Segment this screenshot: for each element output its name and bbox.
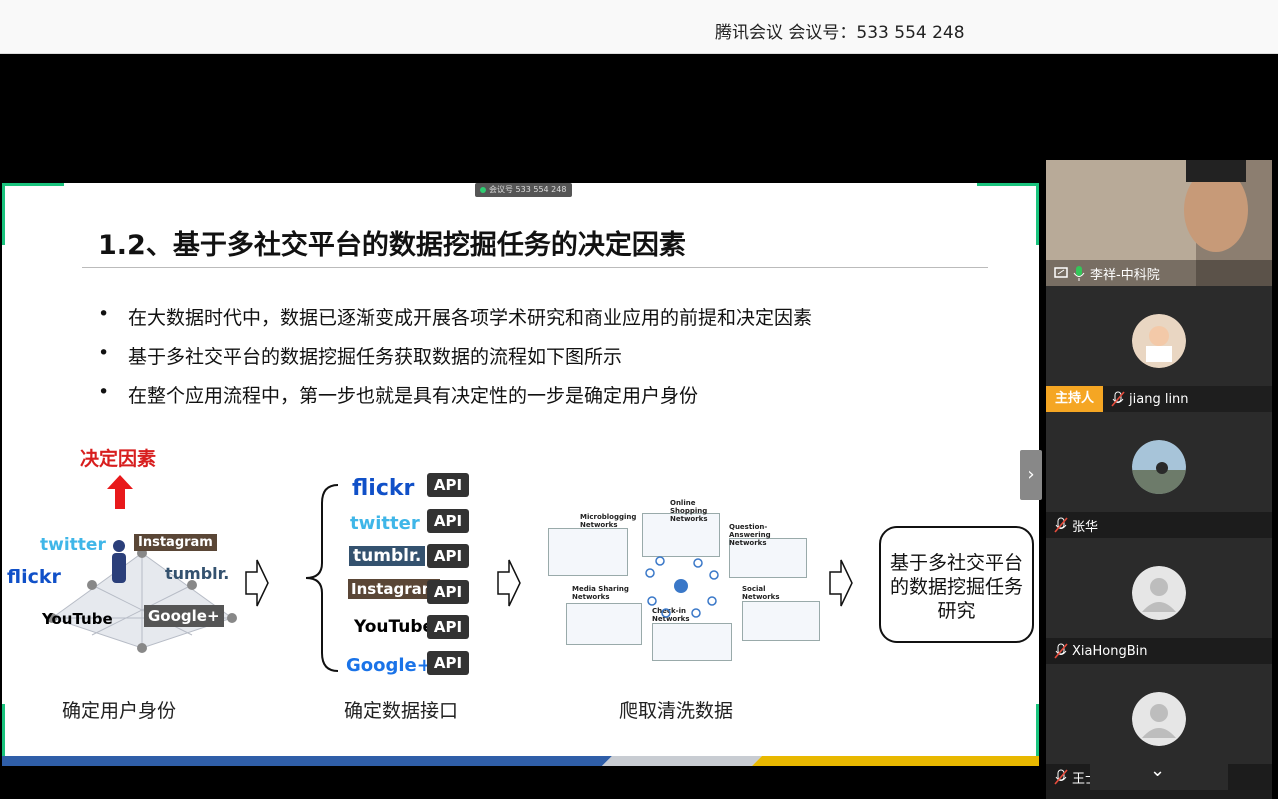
step3-caption: 爬取清洗数据 (619, 700, 734, 722)
host-badge: 主持人 (1046, 386, 1104, 412)
slide-title: 1.2、基于多社交平台的数据挖掘任务的决定因素 (98, 230, 686, 261)
default-avatar-icon (1132, 692, 1186, 746)
frame-corner (2, 183, 64, 245)
collapse-panel-button[interactable]: ⌄ (1090, 754, 1228, 790)
step2-caption: 确定数据接口 (344, 700, 459, 722)
participant-tile[interactable]: XiaHongBin (1046, 538, 1272, 664)
api-badge: API (427, 473, 469, 497)
chevron-down-icon: ⌄ (1150, 760, 1166, 781)
api-badge: API (427, 651, 469, 675)
flow-arrow-icon (245, 559, 269, 607)
bullet-list: 在大数据时代中，数据已逐渐变成开展各项学术研究和商业应用的前提和决定因素 基于多… (98, 303, 812, 420)
bullet-item: 在整个应用流程中，第一步也就是具有决定性的一步是确定用户身份 (98, 381, 812, 420)
bullet-item: 基于多社交平台的数据挖掘任务获取数据的流程如下图所示 (98, 342, 812, 381)
participant-name-row: 张华 (1046, 512, 1272, 538)
decision-label: 决定因素 (80, 448, 157, 470)
participant-name: 张华 (1072, 519, 1099, 535)
participant-tile[interactable]: 李祥-中科院 (1046, 160, 1272, 286)
instagram-logo: Instagram (134, 534, 217, 551)
api-badge: API (427, 544, 469, 568)
crawl-card (742, 601, 820, 641)
participant-panel: 李祥-中科院 主持人 jiang linn 张华 XiaHongBin 王士同 (1046, 160, 1272, 799)
api-badge: API (427, 509, 469, 533)
participant-name: jiang linn (1129, 391, 1189, 407)
frame-corner (977, 183, 1039, 245)
slide-bottom-stripe (2, 756, 1039, 766)
participant-name-row: XiaHongBin (1046, 638, 1272, 664)
participant-tile[interactable]: 张华 (1046, 412, 1272, 538)
participant-name: 李祥-中科院 (1090, 267, 1160, 283)
crawl-card-label: Online Shopping Networks (670, 499, 708, 523)
network-hub-icon (645, 556, 719, 618)
red-up-arrow-icon (107, 475, 133, 509)
screen-share-icon (1054, 267, 1068, 278)
crawl-card (652, 623, 732, 661)
twitter-logo: twitter (40, 535, 106, 555)
mic-on-icon (1073, 266, 1085, 281)
crawl-card (548, 528, 628, 576)
crawl-card-label: Social Networks (742, 585, 780, 601)
participant-name-row: 主持人 jiang linn (1046, 386, 1272, 412)
participant-name: XiaHongBin (1072, 643, 1148, 659)
platform-tumblr: tumblr. (349, 546, 426, 566)
participant-name-row: 李祥-中科院 (1046, 260, 1272, 286)
next-slide-button[interactable]: › (1020, 450, 1042, 500)
presentation-slide: 会议号 533 554 248 1.2、基于多社交平台的数据挖掘任务的决定因素 … (2, 183, 1039, 766)
default-avatar-icon (1132, 566, 1186, 620)
platform-googleplus: Google+ (346, 655, 432, 676)
title-bar: 腾讯会议 会议号：533 554 248 (0, 0, 1278, 54)
bullet-item: 在大数据时代中，数据已逐渐变成开展各项学术研究和商业应用的前提和决定因素 (98, 303, 812, 342)
platform-twitter: twitter (350, 513, 420, 534)
result-box: 基于多社交平台的数据挖掘任务研究 (879, 526, 1034, 643)
mic-muted-icon (1054, 643, 1068, 659)
mic-muted-icon (1054, 517, 1068, 533)
youtube-logo: YouTube (42, 610, 113, 628)
flow-arrow-icon (497, 559, 521, 607)
meeting-title: 腾讯会议 会议号：533 554 248 (715, 23, 965, 43)
googleplus-logo: Google+ (144, 605, 224, 627)
crawl-card-label: Microblogging Networks (580, 513, 637, 529)
flickr-logo: flickr (7, 566, 61, 588)
mic-muted-icon (1054, 769, 1068, 785)
crawl-card (566, 603, 642, 645)
platform-youtube: YouTube (354, 617, 435, 637)
flow-arrow-icon (829, 559, 853, 607)
platform-flickr: flickr (352, 476, 415, 501)
participant-tile[interactable]: 主持人 jiang linn (1046, 286, 1272, 412)
title-divider (82, 267, 988, 268)
meeting-id-chip: 会议号 533 554 248 (475, 183, 573, 197)
mic-muted-icon (1111, 391, 1125, 407)
brace-icon (305, 484, 339, 672)
avatar (1132, 314, 1186, 368)
crawl-card-label: Question-Answering Networks (729, 523, 771, 547)
tumblr-logo: tumblr. (165, 564, 230, 583)
step1-caption: 确定用户身份 (62, 700, 177, 722)
api-badge: API (427, 580, 469, 604)
api-badge: API (427, 615, 469, 639)
avatar (1132, 440, 1186, 494)
